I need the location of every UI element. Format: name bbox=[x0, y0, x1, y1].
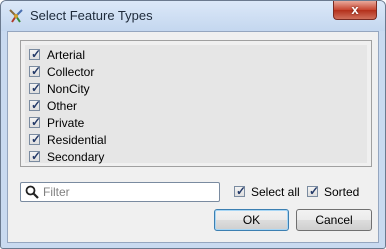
checkmark-icon: ✓ bbox=[31, 149, 42, 163]
feature-list-box: ✓ Arterial ✓ Collector ✓ NonCity ✓ Other… bbox=[20, 40, 372, 167]
feature-types-icon bbox=[9, 9, 23, 23]
list-item-residential[interactable]: ✓ Residential bbox=[29, 132, 329, 149]
checkbox[interactable]: ✓ bbox=[29, 132, 42, 146]
window-title: Select Feature Types bbox=[30, 8, 153, 23]
list-item-arterial[interactable]: ✓ Arterial bbox=[29, 47, 329, 64]
list-item-label: Secondary bbox=[47, 150, 105, 164]
checkmark-icon: ✓ bbox=[31, 47, 42, 61]
select-all-option[interactable]: ✓ Select all bbox=[234, 184, 304, 200]
title-bar[interactable]: Select Feature Types x bbox=[1, 1, 385, 31]
checkmark-icon: ✓ bbox=[236, 184, 247, 198]
list-item-label: Residential bbox=[47, 133, 107, 147]
checkmark-icon: ✓ bbox=[31, 81, 42, 95]
filter-input[interactable] bbox=[43, 184, 215, 200]
list-item-label: NonCity bbox=[47, 82, 90, 96]
list-item-label: Other bbox=[47, 99, 78, 113]
checkbox[interactable]: ✓ bbox=[29, 98, 42, 112]
cancel-button[interactable]: Cancel bbox=[296, 209, 372, 231]
list-item-private[interactable]: ✓ Private bbox=[29, 115, 329, 132]
checkbox[interactable]: ✓ bbox=[29, 115, 42, 129]
search-icon bbox=[25, 185, 39, 199]
select-all-checkbox[interactable]: ✓ bbox=[234, 184, 247, 198]
list-item-noncity[interactable]: ✓ NonCity bbox=[29, 81, 329, 98]
checkbox[interactable]: ✓ bbox=[29, 149, 42, 163]
dialog-body: ✓ Arterial ✓ Collector ✓ NonCity ✓ Other… bbox=[7, 31, 379, 243]
checkbox[interactable]: ✓ bbox=[29, 64, 42, 78]
checkbox[interactable]: ✓ bbox=[29, 81, 42, 95]
checkbox[interactable]: ✓ bbox=[29, 47, 42, 61]
sorted-label: Sorted bbox=[324, 185, 360, 199]
sorted-checkbox[interactable]: ✓ bbox=[307, 184, 320, 198]
sorted-option[interactable]: ✓ Sorted bbox=[307, 184, 367, 200]
close-x-icon: x bbox=[351, 2, 359, 17]
checkmark-icon: ✓ bbox=[31, 115, 42, 129]
checkmark-icon: ✓ bbox=[31, 132, 42, 146]
list-item-label: Arterial bbox=[47, 48, 86, 62]
list-item-collector[interactable]: ✓ Collector bbox=[29, 64, 329, 81]
list-item-label: Collector bbox=[47, 65, 95, 79]
select-all-label: Select all bbox=[251, 185, 300, 199]
list-item-other[interactable]: ✓ Other bbox=[29, 98, 329, 115]
checkmark-icon: ✓ bbox=[31, 64, 42, 78]
dialog-window: Select Feature Types x ✓ Arterial ✓ Coll… bbox=[0, 0, 386, 249]
checkmark-icon: ✓ bbox=[309, 184, 320, 198]
list-item-label: Private bbox=[47, 116, 85, 130]
feature-type-list[interactable]: ✓ Arterial ✓ Collector ✓ NonCity ✓ Other… bbox=[25, 45, 367, 166]
close-button[interactable]: x bbox=[333, 1, 377, 20]
list-item-secondary[interactable]: ✓ Secondary bbox=[29, 149, 329, 166]
filter-field[interactable] bbox=[20, 182, 220, 202]
ok-button[interactable]: OK bbox=[214, 209, 289, 231]
checkmark-icon: ✓ bbox=[31, 98, 42, 112]
